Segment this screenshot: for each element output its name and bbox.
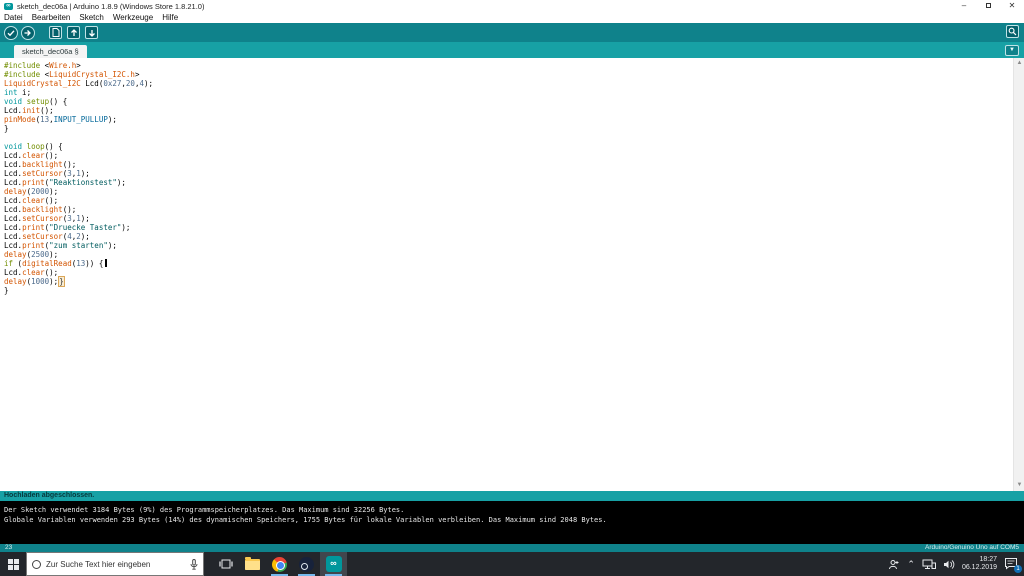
menu-werkzeuge[interactable]: Werkzeuge <box>113 13 153 22</box>
code-line: } <box>4 286 9 295</box>
menu-bar: Datei Bearbeiten Sketch Werkzeuge Hilfe <box>0 12 1024 23</box>
file-explorer-button[interactable] <box>239 552 266 576</box>
windows-taskbar: Zur Suche Text hier eingeben ∞ ⌃ 18:27 0… <box>0 552 1024 576</box>
tab-list-dropdown[interactable]: ▼ <box>1005 45 1019 56</box>
start-button[interactable] <box>0 552 26 576</box>
code-line: Lcd.print("Reaktionstest"); <box>4 178 126 187</box>
editor-footer-strip: 23 Arduino/Genuino Uno auf COM5 <box>0 544 1024 552</box>
open-sketch-button[interactable] <box>67 26 80 39</box>
new-sketch-button[interactable] <box>49 26 62 39</box>
board-port-label: Arduino/Genuino Uno auf COM5 <box>925 544 1019 551</box>
menu-datei[interactable]: Datei <box>4 13 23 22</box>
code-line: Lcd.clear(); <box>4 151 59 160</box>
code-line: Lcd.init(); <box>4 106 54 115</box>
menu-hilfe[interactable]: Hilfe <box>162 13 178 22</box>
code-line: Lcd.backlight(); <box>4 160 77 169</box>
current-line-indicator: 23 <box>5 544 13 551</box>
action-center-button[interactable]: 1 <box>1004 557 1022 573</box>
up-arrow-icon <box>70 28 77 36</box>
clock-date: 06.12.2019 <box>961 564 997 571</box>
menu-sketch[interactable]: Sketch <box>79 13 103 22</box>
scroll-up-icon[interactable]: ▲ <box>1014 58 1024 69</box>
code-line: #include <LiquidCrystal_I2C.h> <box>4 70 140 79</box>
code-line: Lcd.print("zum starten"); <box>4 241 117 250</box>
console-line: Der Sketch verwendet 3184 Bytes (9%) des… <box>4 506 405 514</box>
console-output: Der Sketch verwendet 3184 Bytes (9%) des… <box>0 501 1024 544</box>
status-message: Hochladen abgeschlossen. <box>4 492 95 499</box>
tab-sketch-dec06a[interactable]: sketch_dec06a § <box>14 45 87 58</box>
arduino-ide-window: ∞ sketch_dec06a | Arduino 1.8.9 (Windows… <box>0 0 1024 576</box>
people-icon[interactable] <box>888 559 900 570</box>
save-sketch-button[interactable] <box>85 26 98 39</box>
notification-badge: 1 <box>1014 565 1022 573</box>
code-line: void loop() { <box>4 142 63 151</box>
toolbar <box>0 23 1024 42</box>
code-line: int i; <box>4 88 32 97</box>
code-line: Lcd.print("Druecke Taster"); <box>4 223 131 232</box>
arduino-taskbar-button[interactable]: ∞ <box>320 552 347 576</box>
clock-time: 18:27 <box>979 556 997 563</box>
console-line: Globale Variablen verwenden 293 Bytes (1… <box>4 516 607 524</box>
minimize-button[interactable]: – <box>952 0 976 12</box>
code-line: if (digitalRead(13)) { <box>4 259 1010 268</box>
code-line: } <box>4 124 9 133</box>
serial-monitor-button[interactable] <box>1006 25 1019 38</box>
code-line: delay(2500); <box>4 250 59 259</box>
speaker-icon[interactable] <box>943 559 955 570</box>
steam-button[interactable] <box>293 552 320 576</box>
window-controls: – ✕ <box>952 0 1024 12</box>
folder-icon <box>245 556 260 570</box>
close-button[interactable]: ✕ <box>1000 0 1024 12</box>
windows-logo-icon <box>7 558 19 570</box>
task-view-button[interactable] <box>212 552 239 576</box>
cortana-icon <box>32 559 41 569</box>
verify-button[interactable] <box>4 25 18 40</box>
steam-icon <box>299 556 314 572</box>
search-input[interactable]: Zur Suche Text hier eingeben <box>46 560 185 569</box>
code-line: Lcd.setCursor(4,2); <box>4 232 90 241</box>
upload-button[interactable] <box>21 25 35 40</box>
tab-bar: sketch_dec06a § ▼ <box>0 42 1024 58</box>
window-title: sketch_dec06a | Arduino 1.8.9 (Windows S… <box>17 1 205 11</box>
code-line: void setup() { <box>4 97 68 106</box>
hidden-icons-chevron[interactable]: ⌃ <box>907 559 915 570</box>
code-lines: #include <Wire.h> #include <LiquidCrystal… <box>0 58 1024 295</box>
code-line: delay(1000);} <box>4 276 65 287</box>
code-editor[interactable]: #include <Wire.h> #include <LiquidCrystal… <box>0 58 1024 491</box>
down-arrow-icon <box>88 29 95 37</box>
scroll-down-icon[interactable]: ▼ <box>1014 480 1024 491</box>
code-line: pinMode(13,INPUT_PULLUP); <box>4 115 117 124</box>
right-arrow-icon <box>24 29 31 36</box>
code-line: Lcd.clear(); <box>4 268 59 277</box>
restore-icon <box>985 3 991 8</box>
check-icon <box>7 29 15 36</box>
code-line: #include <Wire.h> <box>4 61 81 70</box>
taskbar-clock[interactable]: 18:27 06.12.2019 <box>962 556 997 572</box>
code-line: Lcd.setCursor(3,1); <box>4 169 90 178</box>
title-bar: ∞ sketch_dec06a | Arduino 1.8.9 (Windows… <box>0 0 1024 12</box>
magnifier-icon <box>1008 27 1017 36</box>
editor-scrollbar[interactable]: ▲ ▼ <box>1013 58 1024 491</box>
code-line: Lcd.setCursor(3,1); <box>4 214 90 223</box>
system-tray: ⌃ 18:27 06.12.2019 1 <box>888 552 1024 576</box>
arduino-app-icon: ∞ <box>4 2 13 10</box>
chrome-icon <box>272 556 287 572</box>
network-icon[interactable] <box>922 559 936 570</box>
chrome-button[interactable] <box>266 552 293 576</box>
new-document-icon <box>52 28 59 37</box>
menu-bearbeiten[interactable]: Bearbeiten <box>32 13 71 22</box>
code-line: delay(2000); <box>4 187 59 196</box>
code-line: LiquidCrystal_I2C Lcd(0x27,20,4); <box>4 79 154 88</box>
arduino-icon: ∞ <box>325 556 342 572</box>
restore-button[interactable] <box>976 0 1000 12</box>
code-line: Lcd.backlight(); <box>4 205 77 214</box>
taskbar-search[interactable]: Zur Suche Text hier eingeben <box>26 552 204 576</box>
status-bar: Hochladen abgeschlossen. <box>0 491 1024 501</box>
task-view-icon <box>218 559 233 569</box>
code-line: Lcd.clear(); <box>4 196 59 205</box>
microphone-icon[interactable] <box>190 558 198 570</box>
